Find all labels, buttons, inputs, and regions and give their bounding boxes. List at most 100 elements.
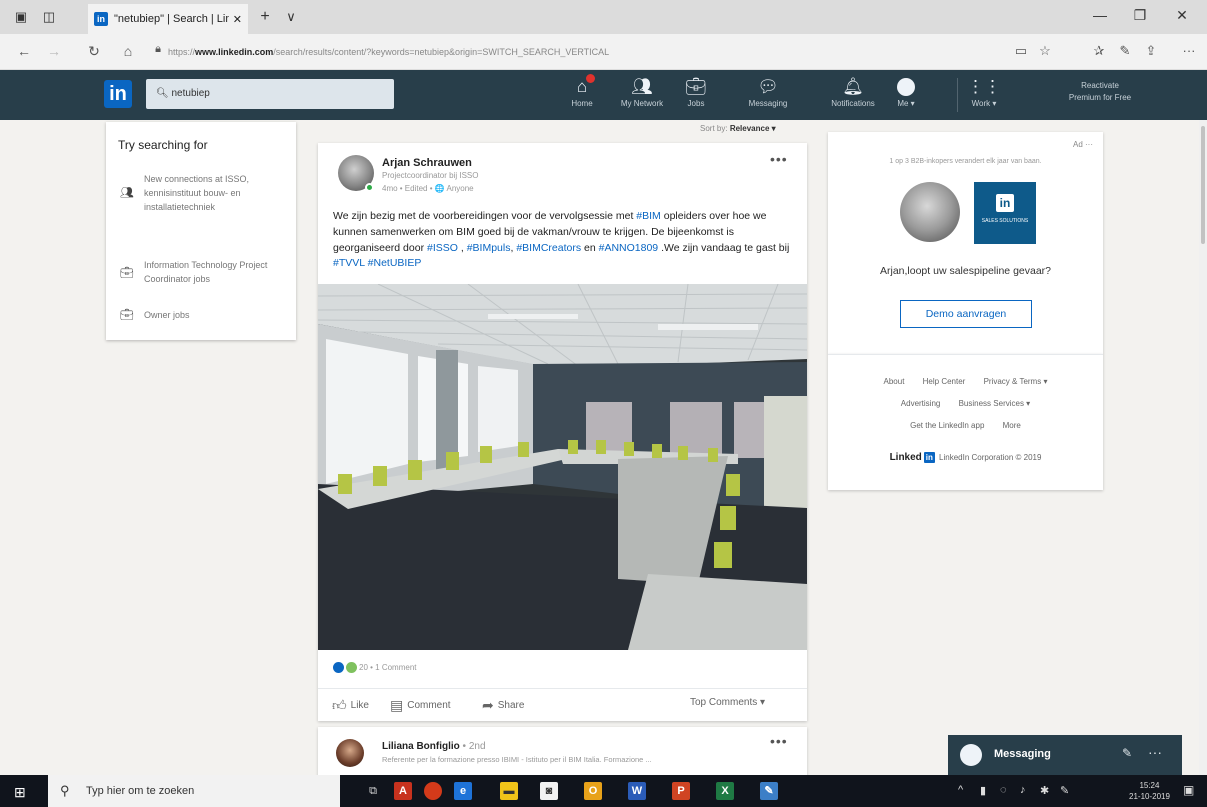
comment-button[interactable]: ▤ Comment [390, 697, 451, 714]
taskbar-clock[interactable]: 15:24 21-10-2019 [1129, 780, 1170, 802]
post-more-button[interactable]: ••• [770, 733, 788, 749]
nav-notifications[interactable]: 🔔︎ Notifications [823, 76, 883, 110]
hashtag-link[interactable]: #BIMCreators [516, 242, 581, 254]
back-icon[interactable]: ← [14, 43, 34, 59]
post-author[interactable]: Liliana Bonfiglio • 2nd [382, 741, 486, 752]
nav-my-network[interactable]: 👥︎ My Network [612, 76, 672, 110]
footer-link-more[interactable]: More [1003, 421, 1021, 430]
nav-me[interactable]: Me ▾ [876, 76, 936, 110]
hashtag-link[interactable]: #BIMpuls [467, 242, 511, 254]
tab-close-icon[interactable]: ✕ [233, 13, 242, 26]
tray-battery-icon[interactable]: ▮ [980, 784, 986, 797]
compose-icon[interactable]: ✎ [1122, 746, 1132, 760]
action-center-icon[interactable]: ▣ [1183, 783, 1194, 797]
search-value: netubiep [171, 88, 210, 99]
linkedin-logo[interactable]: in [104, 80, 132, 108]
nav-jobs[interactable]: 💼︎ Jobs [666, 76, 726, 110]
home-browser-icon[interactable]: ⌂ [118, 43, 138, 59]
browser-tab[interactable]: in "netubiep" | Search | Lin ✕ [88, 4, 248, 34]
suggestion-item[interactable]: 💼︎ Owner jobs [120, 308, 284, 322]
footer-link-advertising[interactable]: Advertising [901, 399, 941, 408]
share-button[interactable]: ➦ Share [482, 697, 524, 714]
post-image[interactable] [318, 284, 807, 650]
settings-more-icon[interactable]: ··· [1180, 43, 1198, 58]
tab-actions-icon[interactable]: ▣ [12, 8, 30, 26]
address-bar: ← → ↻ ⌂ 🔒︎ https://www.linkedin.com/sear… [0, 34, 1207, 70]
task-view-icon[interactable]: ⧉ [364, 782, 382, 800]
hashtag-link[interactable]: #ANNO1809 [599, 242, 659, 254]
pen-icon[interactable]: ✎ [1116, 43, 1134, 59]
tray-app-icon[interactable]: ✱ [1040, 784, 1049, 797]
footer-link-privacy[interactable]: Privacy & Terms ▾ [984, 377, 1048, 386]
file-explorer-icon[interactable]: ▬ [500, 782, 518, 800]
refresh-icon[interactable]: ↻ [84, 43, 104, 60]
nav-work[interactable]: ⋮⋮ Work ▾ [954, 76, 1014, 110]
sort-control[interactable]: Sort by: Relevance ▾ [700, 124, 776, 133]
tab-preview-icon[interactable]: ◫ [40, 8, 58, 26]
windows-start-icon[interactable]: ⊞ [14, 784, 26, 801]
reading-view-icon[interactable]: ▭ [1012, 43, 1030, 59]
suggestion-item[interactable]: 👥︎ New connections at ISSO, kennisinstit… [120, 172, 284, 214]
new-tab-button[interactable]: + [256, 8, 274, 26]
nav-messaging[interactable]: 💬︎ Messaging [738, 76, 798, 110]
search-input[interactable]: 🔍︎ netubiep [146, 79, 394, 109]
hashtag-link[interactable]: #BIM [636, 210, 661, 222]
close-window-button[interactable]: ✕ [1172, 7, 1192, 24]
comment-sort-dropdown[interactable]: Top Comments ▾ [690, 697, 765, 708]
footer-link-business[interactable]: Business Services ▾ [959, 399, 1031, 408]
nav-home[interactable]: ⌂ Home [552, 74, 612, 110]
premium-link[interactable]: Reactivate Premium for Free [1040, 80, 1160, 104]
hashtag-link[interactable]: #ISSO [427, 242, 458, 254]
forward-icon[interactable]: → [44, 43, 64, 59]
share-icon[interactable]: ⇪ [1142, 43, 1160, 59]
suggestion-item[interactable]: 💼︎ Information Technology Project Coordi… [120, 258, 284, 286]
taskbar-search-input[interactable]: ⚲ Typ hier om te zoeken [48, 775, 340, 807]
ad-card: Ad ··· 1 op 3 B2B-inkopers verandert elk… [828, 132, 1103, 354]
scrollbar-thumb[interactable] [1201, 126, 1205, 244]
paint-app-icon[interactable]: ✎ [760, 782, 778, 800]
edge-app-icon[interactable]: e [454, 782, 472, 800]
favorites-hub-icon[interactable]: ✰ [1090, 43, 1108, 59]
word-app-icon[interactable]: W [628, 782, 646, 800]
post-more-button[interactable]: ••• [770, 151, 788, 167]
tab-menu-icon[interactable]: ∨ [282, 8, 300, 26]
footer-link-app[interactable]: Get the LinkedIn app [910, 421, 984, 430]
tray-volume-icon[interactable]: ♪ [1020, 784, 1026, 796]
post-reactions[interactable]: 20 • 1 Comment [333, 662, 417, 673]
author-avatar[interactable] [336, 739, 364, 767]
powerpoint-app-icon[interactable]: P [672, 782, 690, 800]
people-icon: 👥︎ [120, 187, 134, 199]
url-field[interactable]: https://www.linkedin.com/search/results/… [168, 43, 1008, 61]
minimize-button[interactable]: — [1090, 7, 1110, 23]
favorite-star-icon[interactable]: ☆ [1036, 43, 1054, 59]
chrome-app-icon[interactable] [424, 782, 442, 800]
briefcase-icon: 💼︎ [120, 267, 134, 279]
post-author-role: Referente per la formazione presso IBIMI… [382, 755, 652, 764]
lock-icon: 🔒︎ [155, 43, 161, 55]
ad-label[interactable]: Ad ··· [1073, 140, 1093, 149]
demo-request-button[interactable]: Demo aanvragen [900, 300, 1032, 328]
post-author[interactable]: Arjan Schrauwen [382, 157, 472, 169]
clock-time: 15:24 [1139, 781, 1160, 790]
footer-link-help[interactable]: Help Center [923, 377, 966, 386]
store-app-icon[interactable]: ◙ [540, 782, 558, 800]
suggestion-text: New connections at ISSO, kennisinstituut… [144, 174, 250, 212]
outlook-app-icon[interactable]: O [584, 782, 602, 800]
tray-network-icon[interactable]: ◌ [1000, 784, 1007, 796]
excel-app-icon[interactable]: X [716, 782, 734, 800]
hashtag-link[interactable]: #TVVL [333, 257, 365, 269]
tray-pen-icon[interactable]: ✎ [1060, 784, 1069, 797]
tray-chevron-icon[interactable]: ^ [958, 784, 963, 796]
post-text: We zijn bezig met de voorbereidingen voo… [333, 209, 798, 272]
notification-badge [586, 74, 595, 83]
like-button[interactable]: 👍︎ Like [332, 697, 369, 714]
footer-link-about[interactable]: About [884, 377, 905, 386]
more-icon[interactable]: ··· [1148, 744, 1162, 760]
acrobat-app-icon[interactable]: A [394, 782, 412, 800]
hashtag-link[interactable]: #NetUBIEP [368, 257, 422, 269]
nav-messaging-label: Messaging [748, 99, 788, 108]
maximize-button[interactable]: ❐ [1130, 7, 1150, 24]
messaging-bar[interactable]: Messaging ✎ ··· [948, 735, 1182, 775]
messaging-avatar [960, 744, 982, 766]
linkedin-mini-icon: in [923, 452, 935, 464]
